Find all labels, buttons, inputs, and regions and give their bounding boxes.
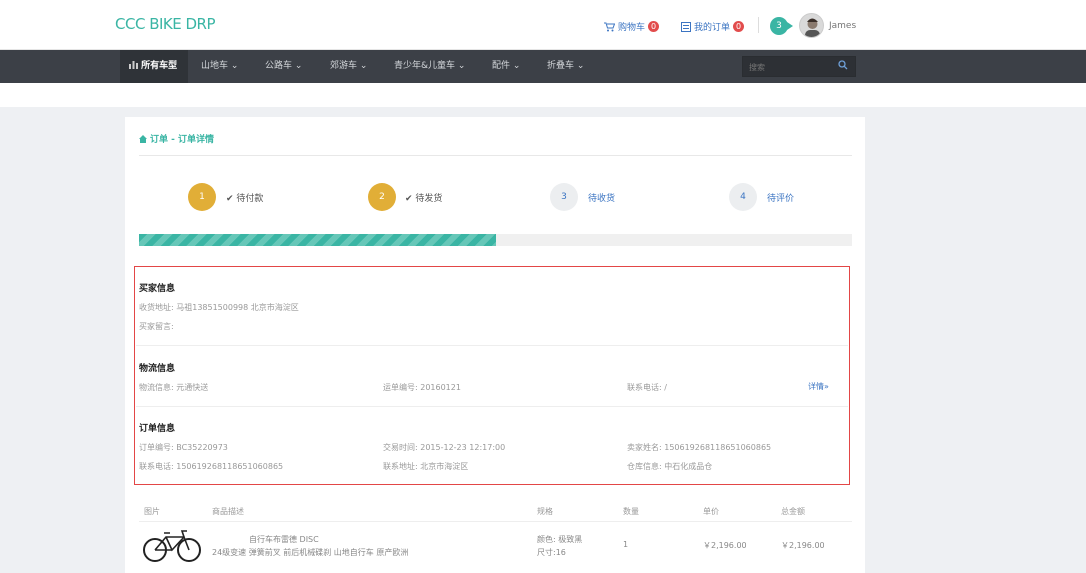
nav-label: 折叠车 bbox=[547, 61, 575, 71]
double-chevron-down-icon: » bbox=[824, 382, 829, 391]
top-header: CCC BIKE DRP 购物车 0 我的订单 0 3 James bbox=[0, 0, 1086, 50]
site-logo[interactable]: CCC BIKE DRP bbox=[115, 15, 216, 33]
logistics-details-link[interactable]: 详情» bbox=[808, 381, 829, 392]
chevron-down-icon: ⌄ bbox=[457, 61, 466, 71]
product-name: 自行车布雷德 DISC bbox=[249, 535, 319, 544]
breadcrumb: 订单 - 订单详情 bbox=[139, 132, 214, 145]
header-divider bbox=[758, 17, 759, 33]
chevron-down-icon: ⌄ bbox=[230, 61, 239, 71]
cart-label: 购物车 bbox=[618, 23, 646, 33]
trade-time: 交易时间: 2015-12-23 12:17:00 bbox=[383, 443, 506, 452]
product-total: ￥2,196.00 bbox=[781, 541, 825, 550]
table-header-description: 商品描述 bbox=[212, 507, 244, 516]
product-quantity: 1 bbox=[623, 540, 629, 549]
header-divider-line bbox=[139, 155, 852, 156]
table-header-quantity: 数量 bbox=[623, 507, 639, 516]
table-header-unit-price: 单价 bbox=[703, 507, 719, 516]
chevron-down-icon: ⌄ bbox=[512, 61, 521, 71]
check-icon: ✔ bbox=[405, 194, 413, 204]
step-label-text: 待发货 bbox=[415, 194, 443, 204]
order-info-title: 订单信息 bbox=[139, 424, 176, 434]
orders-count-badge: 0 bbox=[733, 21, 745, 32]
step-label-text: 待付款 bbox=[236, 194, 264, 204]
buyer-message: 买家留言: bbox=[139, 322, 174, 331]
details-link-text: 详情 bbox=[808, 382, 824, 391]
nav-kids-bikes[interactable]: 青少年&儿童车 ⌄ bbox=[394, 50, 465, 83]
table-header-spec: 规格 bbox=[537, 507, 553, 516]
orders-label: 我的订单 bbox=[694, 23, 731, 33]
product-unit-price: ￥2,196.00 bbox=[703, 541, 747, 550]
step-4-circle: 4 bbox=[729, 183, 757, 211]
main-nav: 所有车型 山地车 ⌄ 公路车 ⌄ 郊游车 ⌄ 青少年&儿童车 ⌄ 配件 ⌄ 折叠… bbox=[0, 50, 1086, 83]
breadcrumb-text: 订单 - 订单详情 bbox=[150, 135, 215, 145]
order-progress-bar bbox=[139, 234, 852, 246]
spacer-strip bbox=[0, 83, 1086, 107]
avatar[interactable] bbox=[799, 13, 824, 38]
nav-accessories[interactable]: 配件 ⌄ bbox=[492, 50, 520, 83]
chevron-down-icon: ⌄ bbox=[359, 61, 368, 71]
seller-name: 卖家姓名: 150619268118651060865 bbox=[627, 443, 772, 452]
product-spec-size: 尺寸:16 bbox=[537, 548, 566, 557]
logistics-phone: 联系电话: / bbox=[627, 383, 667, 392]
step-3-circle: 3 bbox=[550, 183, 578, 211]
product-description: 24级变速 弹簧前叉 前后机械碟刹 山地自行车 原产欧洲 bbox=[212, 548, 409, 557]
contact-phone: 联系电话: 150619268118651060865 bbox=[139, 462, 284, 471]
nav-label: 所有车型 bbox=[141, 61, 178, 71]
warehouse-info: 仓库信息: 中石化成品仓 bbox=[627, 462, 713, 471]
order-number: 订单编号: BC35220973 bbox=[139, 443, 228, 452]
cart-icon bbox=[604, 22, 615, 31]
nav-road-bikes[interactable]: 公路车 ⌄ bbox=[265, 50, 302, 83]
cart-link[interactable]: 购物车 0 bbox=[604, 20, 660, 33]
step-2-label: ✔ 待发货 bbox=[405, 191, 442, 204]
table-header-divider bbox=[139, 521, 852, 522]
step-4-label: 待评价 bbox=[767, 194, 795, 204]
logistics-waybill: 运单编号: 20160121 bbox=[383, 383, 461, 392]
section-divider bbox=[136, 406, 848, 407]
notification-badge[interactable]: 3 bbox=[770, 17, 793, 35]
nav-mountain-bikes[interactable]: 山地车 ⌄ bbox=[201, 50, 238, 83]
check-icon: ✔ bbox=[226, 194, 234, 204]
table-header-total: 总金额 bbox=[781, 507, 805, 516]
home-icon bbox=[139, 134, 147, 143]
my-orders-link[interactable]: 我的订单 0 bbox=[681, 20, 745, 33]
chevron-down-icon: ⌄ bbox=[576, 61, 585, 71]
step-1-label: ✔ 待付款 bbox=[226, 191, 263, 204]
step-1-circle: 1 bbox=[188, 183, 216, 211]
order-progress-fill bbox=[139, 234, 496, 246]
nav-all-models[interactable]: 所有车型 bbox=[120, 50, 188, 83]
contact-address: 联系地址: 北京市海淀区 bbox=[383, 462, 469, 471]
step-3-label: 待收货 bbox=[588, 194, 616, 204]
section-divider bbox=[136, 345, 848, 346]
buyer-address: 收货地址: 马祖13851500998 北京市海淀区 bbox=[139, 303, 299, 312]
cart-count-badge: 0 bbox=[648, 21, 660, 32]
search-input[interactable] bbox=[749, 60, 829, 74]
search-icon[interactable] bbox=[838, 60, 848, 70]
nav-label: 配件 bbox=[492, 61, 511, 71]
orders-icon bbox=[681, 21, 691, 32]
logistics-info-title: 物流信息 bbox=[139, 364, 176, 374]
step-2-circle: 2 bbox=[368, 183, 396, 211]
buyer-info-title: 买家信息 bbox=[139, 284, 176, 294]
user-name[interactable]: James bbox=[829, 21, 856, 31]
bar-chart-icon bbox=[129, 61, 138, 69]
chevron-down-icon: ⌄ bbox=[294, 61, 303, 71]
nav-touring-bikes[interactable]: 郊游车 ⌄ bbox=[330, 50, 367, 83]
nav-folding-bikes[interactable]: 折叠车 ⌄ bbox=[547, 50, 584, 83]
nav-label: 青少年&儿童车 bbox=[394, 61, 456, 71]
logistics-carrier: 物流信息: 元通快送 bbox=[139, 383, 209, 392]
nav-label: 山地车 bbox=[201, 61, 229, 71]
product-spec-color: 颜色: 极致黑 bbox=[537, 535, 583, 544]
nav-label: 郊游车 bbox=[330, 61, 358, 71]
nav-label: 公路车 bbox=[265, 61, 293, 71]
user-avatar-icon bbox=[805, 18, 820, 37]
table-header-image: 图片 bbox=[144, 507, 160, 516]
product-image[interactable] bbox=[142, 527, 202, 563]
search-box bbox=[742, 56, 856, 77]
